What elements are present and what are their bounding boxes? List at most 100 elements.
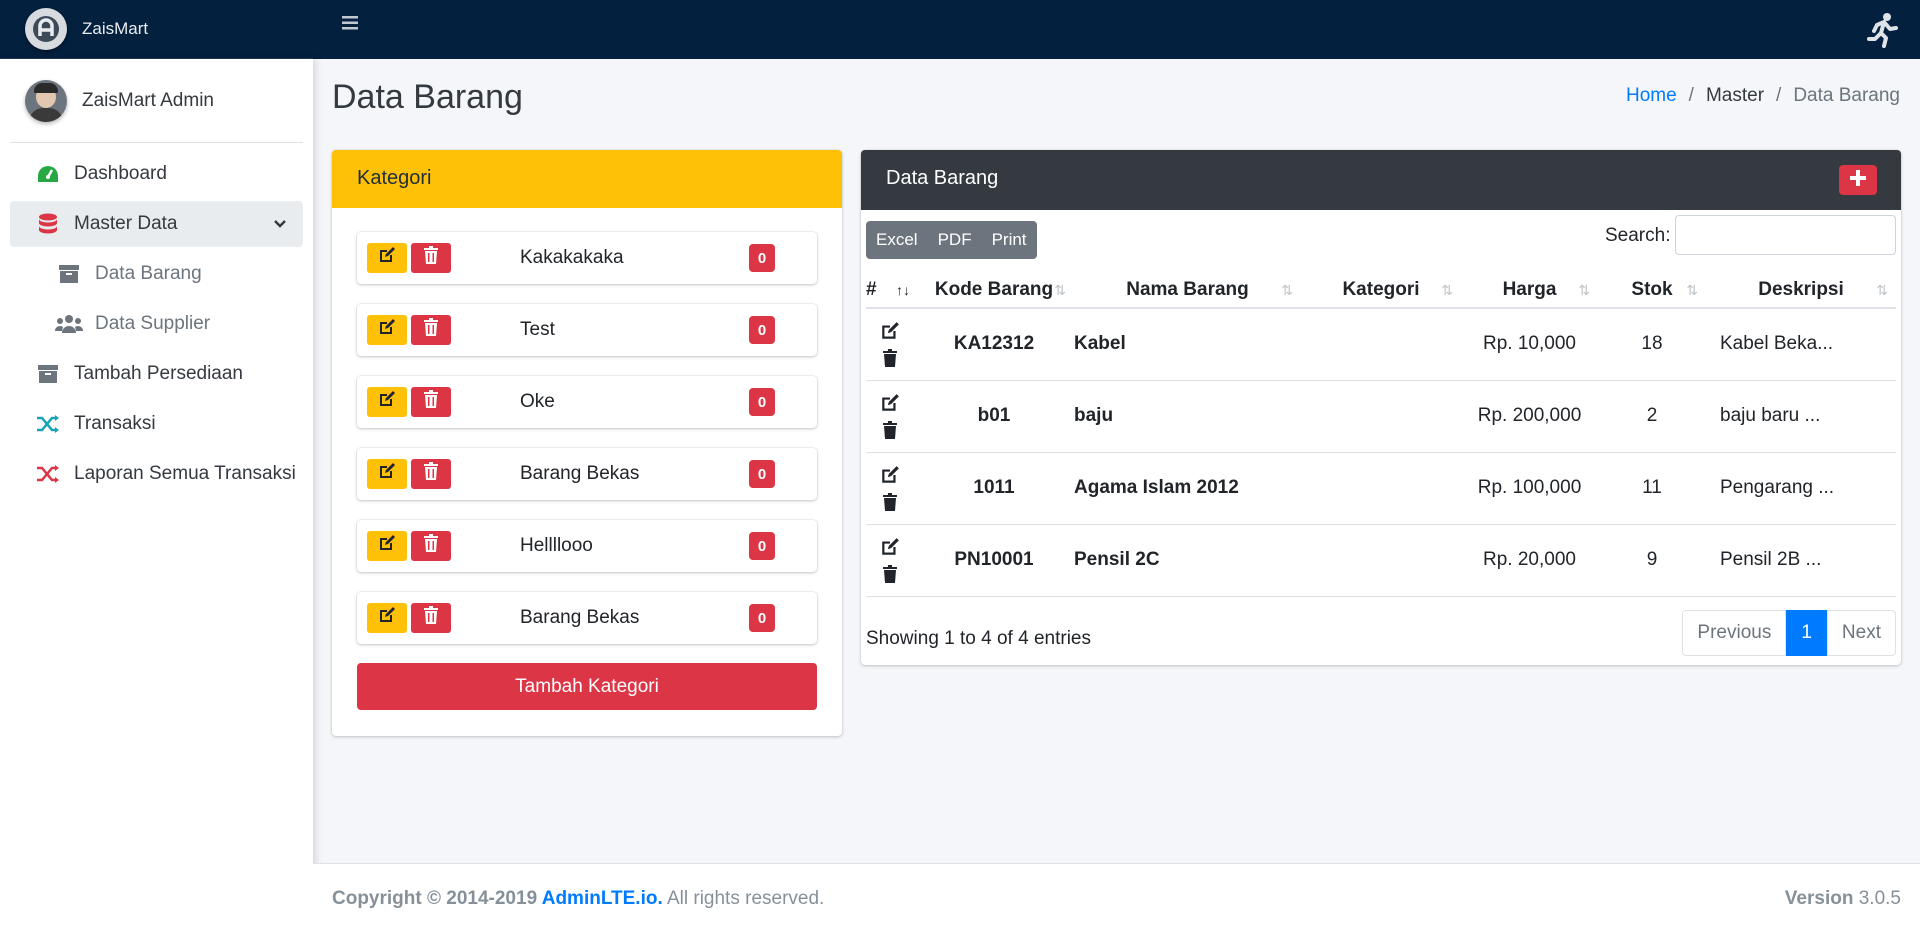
kode-barang-cell: KA12312 [914, 308, 1074, 381]
kategori-cell [1301, 380, 1461, 453]
edit-kategori-button[interactable] [367, 243, 407, 273]
version-label: Version [1784, 888, 1854, 909]
kategori-item: Hellllooo 0 [357, 520, 817, 572]
menu-toggle-icon[interactable] [340, 13, 360, 39]
kategori-count-badge: 0 [749, 460, 775, 488]
kategori-cell [1301, 452, 1461, 525]
edit-icon[interactable] [880, 537, 900, 557]
add-barang-button[interactable] [1839, 165, 1877, 195]
sidebar-item-transaksi[interactable]: Transaksi [10, 401, 303, 447]
search-input[interactable] [1675, 215, 1896, 255]
brand-link[interactable]: ZaisMart [0, 0, 313, 59]
column-header[interactable]: # ↑↓ [866, 272, 914, 309]
print-button[interactable]: Print [982, 230, 1037, 250]
deskripsi-cell: baju baru ... [1706, 380, 1896, 453]
footer-rights: All rights reserved. [662, 888, 825, 909]
table-row: PN10001 Pensil 2C Rp. 20,000 9 Pensil 2B ... [866, 524, 1896, 597]
edit-icon [378, 390, 396, 414]
column-header[interactable]: Nama Barang ⇅ [1074, 272, 1301, 309]
brand-logo [25, 8, 67, 50]
harga-cell: Rp. 10,000 [1461, 308, 1598, 381]
table-header-row: # ↑↓ Kode Barang ⇅ Nama Barang ⇅ Kategori ⇅ Harg… [866, 272, 1896, 309]
sidebar-item-label: Transaksi [74, 413, 156, 434]
column-header-label: # [866, 278, 877, 300]
avatar [25, 79, 67, 122]
sort-icon: ↑↓ [896, 282, 910, 298]
stok-cell: 18 [1598, 308, 1706, 381]
sidebar-item-master-data[interactable]: Master Data [10, 201, 303, 247]
version-number: 3.0.5 [1853, 888, 1901, 909]
data-barang-table: # ↑↓ Kode Barang ⇅ Nama Barang ⇅ Kategori ⇅ Harg… [866, 272, 1896, 597]
sort-icon: ⇅ [1441, 282, 1453, 298]
column-header-label: Kode Barang [934, 278, 1054, 300]
kategori-count-badge: 0 [749, 316, 775, 344]
delete-kategori-button[interactable] [411, 243, 451, 273]
sidebar-item-data-barang[interactable]: Data Barang [10, 251, 303, 297]
page-1-button[interactable]: 1 [1786, 610, 1827, 656]
edit-icon[interactable] [880, 465, 900, 485]
data-barang-card-header: Data Barang [861, 150, 1901, 210]
next-page-button[interactable]: Next [1826, 610, 1896, 656]
kategori-count-badge: 0 [749, 388, 775, 416]
table-row: KA12312 Kabel Rp. 10,000 18 Kabel Beka... [866, 308, 1896, 381]
table-info: Showing 1 to 4 of 4 entries [866, 628, 1091, 649]
column-header[interactable]: Stok ⇅ [1598, 272, 1706, 309]
delete-kategori-button[interactable] [411, 459, 451, 489]
footer-adminlte-link[interactable]: AdminLTE.io. [542, 888, 663, 909]
user-panel[interactable]: ZaisMart Admin [10, 59, 303, 143]
kategori-name: Test [520, 319, 555, 340]
edit-kategori-button[interactable] [367, 387, 407, 417]
column-header[interactable]: Kategori ⇅ [1301, 272, 1461, 309]
user-name: ZaisMart Admin [82, 89, 214, 111]
sidebar-item-laporan[interactable]: Laporan Semua Transaksi [10, 451, 303, 497]
deskripsi-cell: Pensil 2B ... [1706, 524, 1896, 597]
sidebar-item-dashboard[interactable]: Dashboard [10, 151, 303, 197]
trash-icon [423, 606, 439, 630]
trash-icon [423, 390, 439, 414]
tambah-kategori-button[interactable]: Tambah Kategori [357, 663, 817, 710]
previous-page-button[interactable]: Previous [1682, 610, 1787, 656]
sort-icon: ⇅ [1281, 282, 1293, 298]
harga-cell: Rp. 200,000 [1461, 380, 1598, 453]
delete-kategori-button[interactable] [411, 387, 451, 417]
kategori-name: Barang Bekas [520, 607, 640, 628]
trash-icon[interactable] [882, 565, 898, 583]
edit-kategori-button[interactable] [367, 603, 407, 633]
column-header-label: Stok [1631, 278, 1673, 300]
breadcrumb-home-link[interactable]: Home [1626, 85, 1677, 107]
trash-icon[interactable] [882, 349, 898, 368]
column-header[interactable]: Kode Barang ⇅ [914, 272, 1074, 309]
kategori-item: Oke 0 [357, 376, 817, 428]
edit-icon[interactable] [880, 321, 900, 341]
table-row: 1011 Agama Islam 2012 Rp. 100,000 11 Pengara… [866, 452, 1896, 525]
kategori-count-badge: 0 [749, 604, 775, 632]
column-header-label: Kategori [1342, 278, 1420, 300]
edit-kategori-button[interactable] [367, 531, 407, 561]
sidebar-item-tambah-persediaan[interactable]: Tambah Persediaan [10, 351, 303, 397]
kategori-name: Oke [520, 391, 555, 412]
deskripsi-cell: Pengarang ... [1706, 452, 1896, 525]
trash-icon [423, 462, 439, 486]
pdf-button[interactable]: PDF [928, 230, 982, 250]
column-header-label: Harga [1502, 278, 1557, 300]
sidebar-item-data-supplier[interactable]: Data Supplier [10, 301, 303, 347]
excel-button[interactable]: Excel [866, 230, 928, 250]
delete-kategori-button[interactable] [411, 531, 451, 561]
trash-icon[interactable] [882, 421, 898, 439]
nama-barang-cell: Agama Islam 2012 [1074, 452, 1301, 525]
edit-kategori-button[interactable] [367, 315, 407, 345]
top-navbar: ZaisMart [0, 0, 1920, 59]
delete-kategori-button[interactable] [411, 315, 451, 345]
kategori-count-badge: 0 [749, 244, 775, 272]
logout-runner-icon[interactable] [1866, 12, 1900, 54]
breadcrumb-current: Data Barang [1793, 85, 1900, 106]
trash-icon[interactable] [882, 493, 898, 511]
column-header[interactable]: Deskripsi ⇅ [1706, 272, 1896, 309]
kategori-name: Hellllooo [520, 535, 593, 556]
column-header[interactable]: Harga ⇅ [1461, 272, 1598, 309]
delete-kategori-button[interactable] [411, 603, 451, 633]
kategori-card-title: Kategori [332, 150, 842, 208]
edit-kategori-button[interactable] [367, 459, 407, 489]
footer: Copyright © 2014-2019 AdminLTE.io. All r… [313, 863, 1920, 931]
edit-icon[interactable] [880, 393, 900, 413]
